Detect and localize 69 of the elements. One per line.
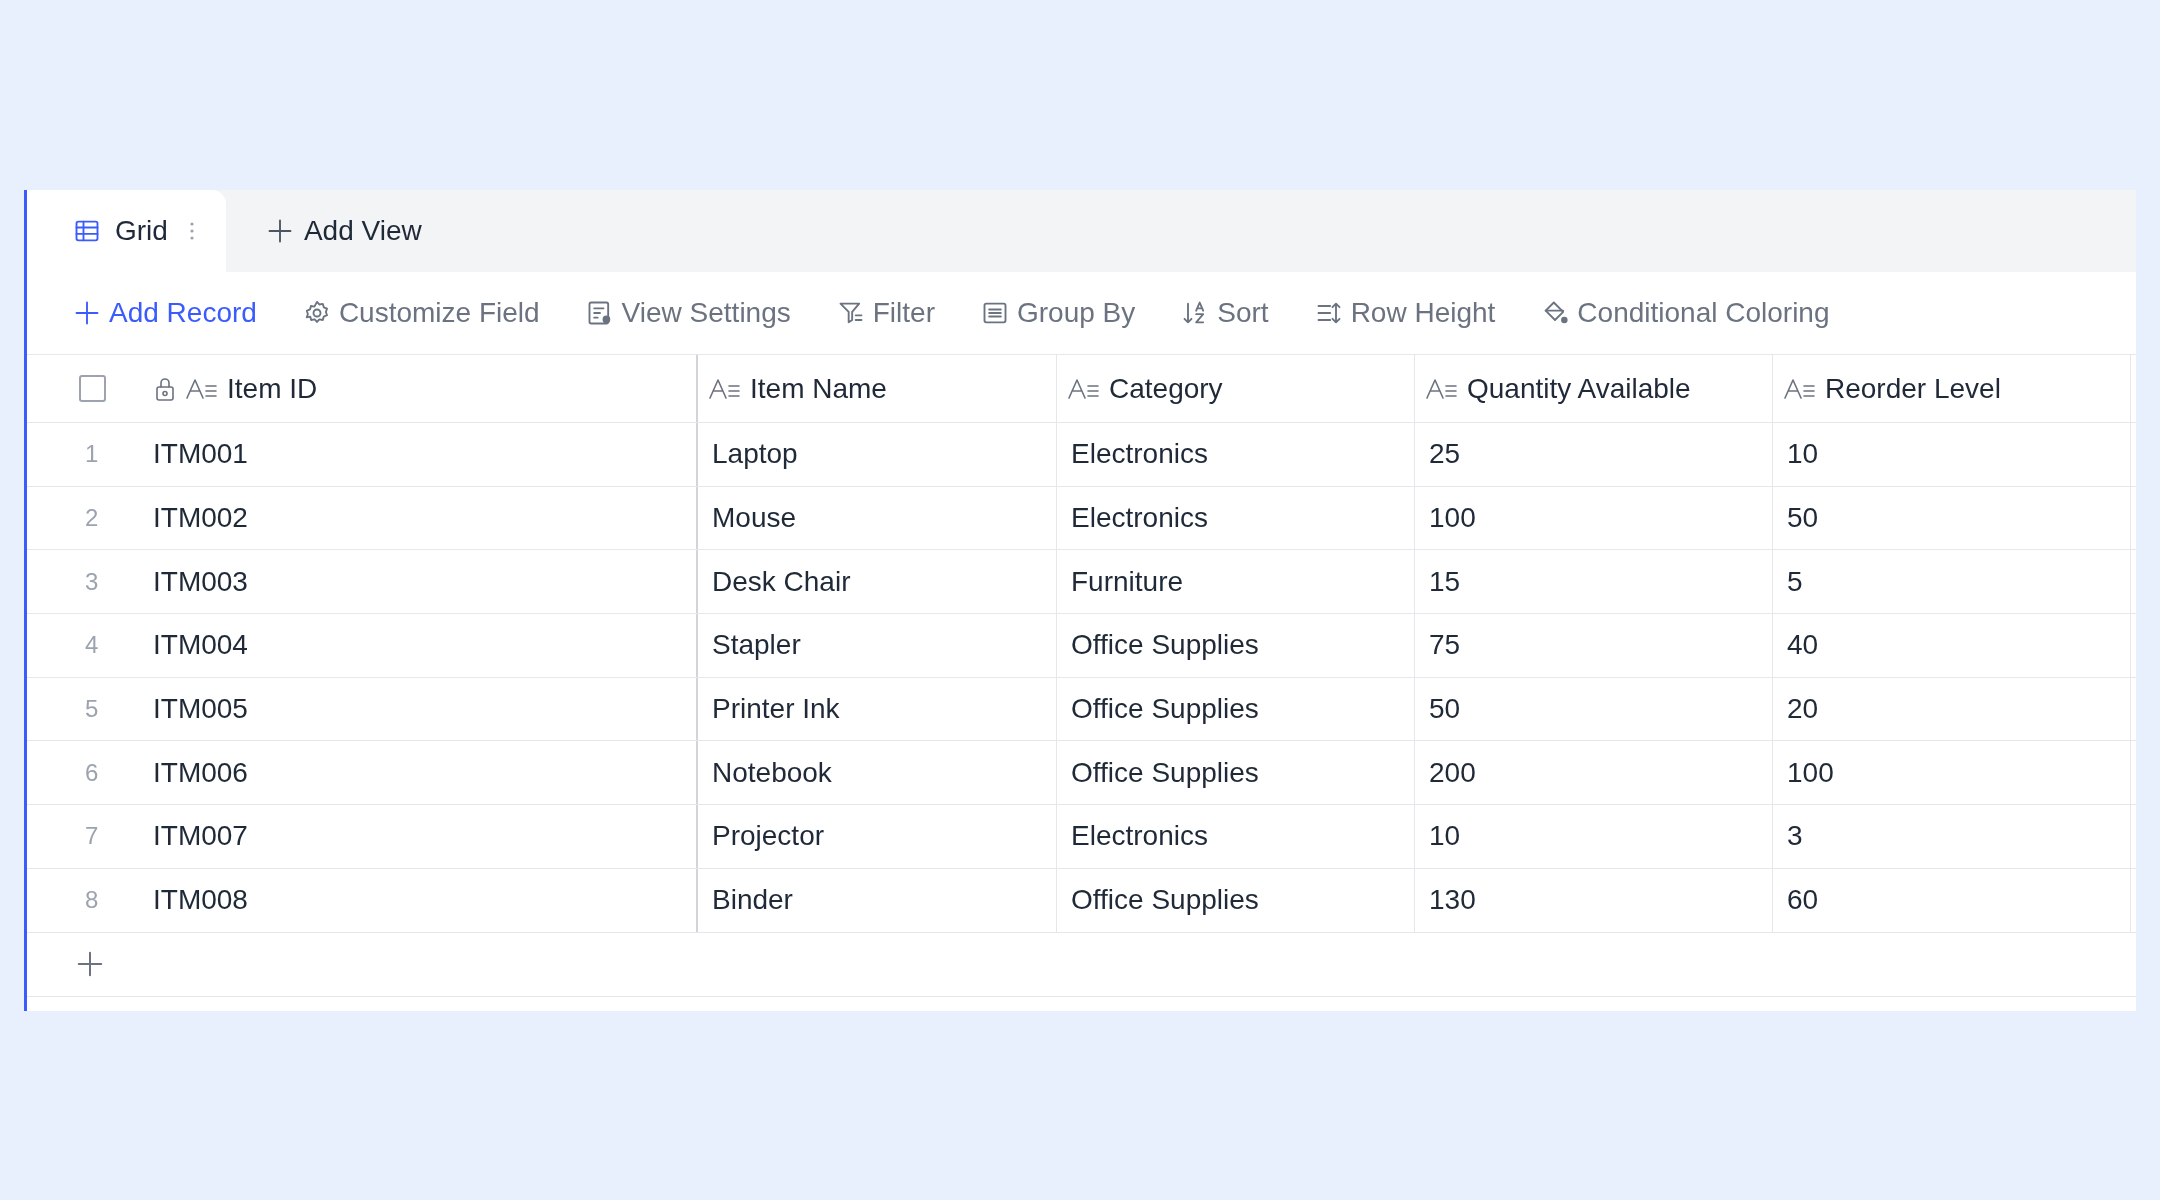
table-cell: ITM001 bbox=[153, 423, 698, 486]
table-cell: ITM002 bbox=[153, 486, 698, 550]
table-cell: ITM004 bbox=[153, 614, 698, 677]
column-header[interactable]: Item Name bbox=[698, 355, 1057, 422]
table-cell: Notebook bbox=[698, 741, 1057, 805]
table-cell: 200 bbox=[1415, 741, 1773, 805]
table-cell: Desk Chair bbox=[698, 550, 1057, 614]
table-cell: 40 bbox=[1773, 614, 2131, 677]
add-row-button[interactable] bbox=[75, 949, 105, 979]
column-header[interactable]: Item ID bbox=[153, 355, 698, 422]
plus-icon bbox=[73, 299, 101, 327]
row-number: 3 bbox=[85, 566, 99, 597]
table-cell: Office Supplies bbox=[1057, 741, 1415, 805]
table-cell: Binder bbox=[698, 868, 1057, 932]
table-cell: Stapler bbox=[698, 614, 1057, 677]
column-header[interactable]: Quantity Available bbox=[1415, 355, 1773, 422]
table-cell: Furniture bbox=[1057, 550, 1415, 614]
table-cell: Office Supplies bbox=[1057, 677, 1415, 741]
table-cell: ITM005 bbox=[153, 677, 698, 741]
tab-label: Grid bbox=[115, 214, 168, 248]
table-cell: Laptop bbox=[698, 423, 1057, 486]
row-number: 5 bbox=[85, 694, 99, 725]
table-cell: 15 bbox=[1415, 550, 1773, 614]
view-settings-button[interactable]: View Settings bbox=[585, 292, 791, 334]
select-all-checkbox[interactable] bbox=[79, 375, 106, 402]
table-cell: ITM008 bbox=[153, 868, 698, 932]
lock-icon bbox=[153, 375, 177, 402]
table-cell: 75 bbox=[1415, 614, 1773, 677]
plus-icon bbox=[75, 949, 105, 979]
table-cell: Electronics bbox=[1057, 423, 1415, 486]
row-number: 2 bbox=[85, 503, 99, 534]
table-cell: ITM007 bbox=[153, 805, 698, 868]
table-cell: ITM003 bbox=[153, 550, 698, 614]
add-record-button[interactable]: Add Record bbox=[73, 292, 257, 334]
row-number: 8 bbox=[85, 885, 99, 916]
table-cell: Electronics bbox=[1057, 486, 1415, 550]
table-cell: 60 bbox=[1773, 868, 2131, 932]
grid-view-tab[interactable]: Grid bbox=[27, 190, 226, 272]
row-number: 6 bbox=[85, 757, 99, 788]
table-cell: Office Supplies bbox=[1057, 868, 1415, 932]
row-number: 1 bbox=[85, 439, 99, 470]
table-cell: 20 bbox=[1773, 677, 2131, 741]
column-header[interactable]: Category bbox=[1057, 355, 1415, 422]
table-cell: 100 bbox=[1415, 486, 1773, 550]
add-view-button[interactable]: Add View bbox=[265, 190, 422, 272]
table-cell: Office Supplies bbox=[1057, 614, 1415, 677]
table-cell: 50 bbox=[1773, 486, 2131, 550]
table-cell: 130 bbox=[1415, 868, 1773, 932]
table-cell: 10 bbox=[1415, 805, 1773, 868]
table-cell: Electronics bbox=[1057, 805, 1415, 868]
group-by-button[interactable]: Group By bbox=[981, 292, 1136, 334]
table-cell: 10 bbox=[1773, 423, 2131, 486]
table-cell: Printer Ink bbox=[698, 677, 1057, 741]
table-cell: Projector bbox=[698, 805, 1057, 868]
table-cell: 25 bbox=[1415, 423, 1773, 486]
table-cell: Mouse bbox=[698, 486, 1057, 550]
table-cell: 100 bbox=[1773, 741, 2131, 805]
filter-button[interactable]: Filter bbox=[836, 292, 935, 334]
sort-button[interactable]: Sort bbox=[1181, 292, 1269, 334]
column-header[interactable]: Reorder Level bbox=[1773, 355, 2131, 422]
table-cell: ITM006 bbox=[153, 741, 698, 805]
table-cell: 5 bbox=[1773, 550, 2131, 614]
table-cell: 3 bbox=[1773, 805, 2131, 868]
customize-field-button[interactable]: Customize Field bbox=[302, 292, 540, 334]
row-number: 4 bbox=[85, 630, 99, 661]
row-height-button[interactable]: Row Height bbox=[1314, 292, 1496, 334]
row-number: 7 bbox=[85, 821, 99, 852]
table-cell: 50 bbox=[1415, 677, 1773, 741]
conditional-coloring-button[interactable]: Conditional Coloring bbox=[1541, 292, 1830, 334]
